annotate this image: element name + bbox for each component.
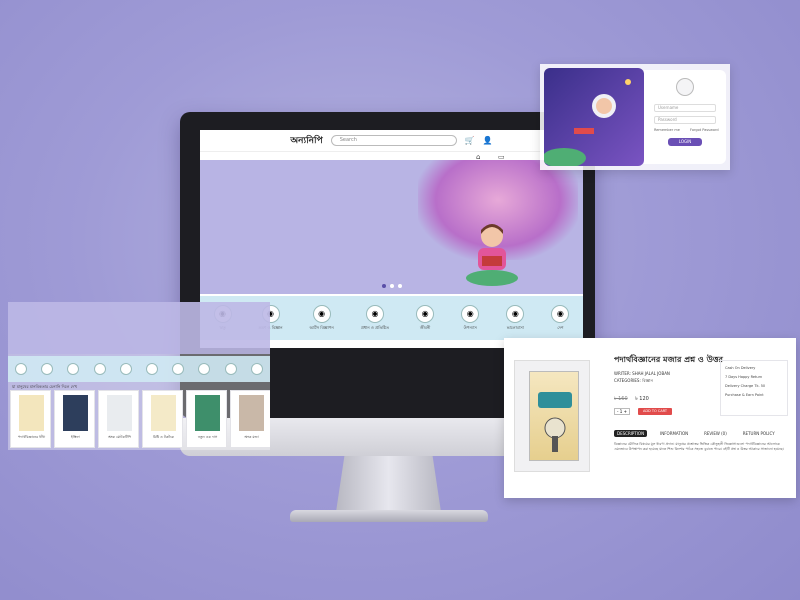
product-category: CATEGORIES: বিজ্ঞান <box>614 378 653 383</box>
monitor-stand <box>336 456 441 512</box>
search-input[interactable]: Search <box>330 135 457 146</box>
login-form: Username Password Remember me Forgot Pas… <box>644 70 726 164</box>
add-to-cart-button[interactable]: ADD TO CART <box>638 408 672 415</box>
login-button[interactable]: LOGIN <box>668 138 702 146</box>
login-card: Username Password Remember me Forgot Pas… <box>540 64 730 170</box>
book-card[interactable]: নতুন এক দাস <box>186 390 227 448</box>
book-cover <box>151 395 176 431</box>
product-tabs: DESCRIPTION INFORMATION REVIEW (0) RETUR… <box>614 430 778 437</box>
category-icon[interactable] <box>15 363 28 375</box>
product-description: বিজ্ঞানের মৌলিক বিষয়ের মূল ধারণা প্রদান… <box>614 442 784 451</box>
hero-banner <box>200 160 583 294</box>
category-item[interactable]: ◉ আর্টস বিজ্ঞাপন <box>310 304 334 332</box>
book-card[interactable]: মিষ্টি ও টকটকে <box>142 390 183 448</box>
category-icon[interactable] <box>93 363 106 375</box>
book-cover <box>529 371 579 461</box>
forgot-link[interactable]: Forgot Password <box>690 128 719 132</box>
book-cover <box>107 395 132 431</box>
category-icon: ◉ <box>365 304 384 323</box>
category-icon[interactable] <box>146 363 159 375</box>
category-item[interactable]: ◉ প্রধান ও প্রতিষ্ঠিত <box>361 304 389 332</box>
category-item[interactable]: ◉ দেশ <box>551 304 570 332</box>
price-row: ৳ 160 ৳ 120 <box>614 396 649 404</box>
monitor-base <box>290 510 488 522</box>
carousel-dots[interactable] <box>382 284 402 288</box>
remember-checkbox[interactable]: Remember me <box>654 128 680 132</box>
preview-hero <box>8 302 270 354</box>
preview-category-bar <box>8 356 270 382</box>
book-cover <box>195 395 220 431</box>
current-price: ৳ 120 <box>635 396 649 402</box>
category-icon[interactable] <box>250 363 263 375</box>
product-writer: WRITER: SHAH JALAL JOBAN <box>614 371 670 376</box>
book-card[interactable]: ইস্তিফা <box>54 390 95 448</box>
tab-review[interactable]: REVIEW (0) <box>701 430 730 437</box>
tab-information[interactable]: INFORMATION <box>657 430 691 437</box>
service-info-box: Cash On Delivery 7 Days Happy Return Del… <box>720 360 788 416</box>
old-price: ৳ 160 <box>614 396 628 402</box>
book-card[interactable]: অংক মজা <box>230 390 270 448</box>
avatar-icon <box>676 78 694 96</box>
category-item[interactable]: ◉ ভালোবাসা <box>506 304 525 332</box>
category-icon: ◉ <box>551 304 570 323</box>
password-field[interactable]: Password <box>654 116 716 124</box>
space-illustration <box>544 68 644 166</box>
product-title: পদার্থবিজ্ঞানের মজার প্রশ্ন ও উত্তর <box>614 355 723 364</box>
category-item[interactable]: ◉ জীবনী <box>416 304 435 332</box>
category-icon[interactable] <box>41 363 54 375</box>
service-item: Purchase & Earn Point <box>725 393 764 397</box>
category-icon: ◉ <box>312 304 331 323</box>
category-icon: ◉ <box>416 304 435 323</box>
tab-return-policy[interactable]: RETURN POLICY <box>740 430 778 437</box>
product-image[interactable] <box>514 360 590 472</box>
service-item: Cash On Delivery <box>725 366 756 370</box>
cart-icon[interactable]: 🛒 <box>465 136 475 145</box>
site-header: অন্যনিপি Search 🛒 👤 <box>200 130 583 152</box>
product-detail-card: পদার্থবিজ্ঞানের মজার প্রশ্ন ও উত্তর WRIT… <box>504 338 796 498</box>
user-icon[interactable]: 👤 <box>483 136 493 145</box>
book-cover <box>63 395 88 431</box>
tab-description[interactable]: DESCRIPTION <box>614 430 648 437</box>
service-item: 7 Days Happy Return <box>725 375 763 379</box>
mobile-preview-panel: যা মানুষের মানবিকতার চেনানি দিলে দেখ পদা… <box>8 302 270 450</box>
username-field[interactable]: Username <box>654 104 716 112</box>
site-logo[interactable]: অন্যনিপি <box>290 133 322 148</box>
service-item: Delivery Charge Tk. 50 <box>725 384 766 388</box>
category-icon[interactable] <box>198 363 211 375</box>
category-item[interactable]: ◉ উপন্যাস <box>461 304 480 332</box>
category-icon: ◉ <box>461 304 480 323</box>
book-card[interactable]: অংক মোটকটিপি <box>98 390 139 448</box>
girl-reading-illustration <box>466 224 518 286</box>
category-icon[interactable] <box>119 363 132 375</box>
book-list: পদার্থবিজ্ঞানের ধাঁধা ইস্তিফা অংক মোটকটি… <box>10 390 270 448</box>
book-cover <box>239 395 264 431</box>
book-card[interactable]: পদার্থবিজ্ঞানের ধাঁধা <box>10 390 51 448</box>
category-icon: ◉ <box>506 304 525 323</box>
category-icon[interactable] <box>172 363 185 375</box>
quantity-stepper[interactable]: - 1 + <box>614 408 630 415</box>
category-icon[interactable] <box>224 363 237 375</box>
book-cover <box>19 395 44 431</box>
category-icon[interactable] <box>67 363 80 375</box>
